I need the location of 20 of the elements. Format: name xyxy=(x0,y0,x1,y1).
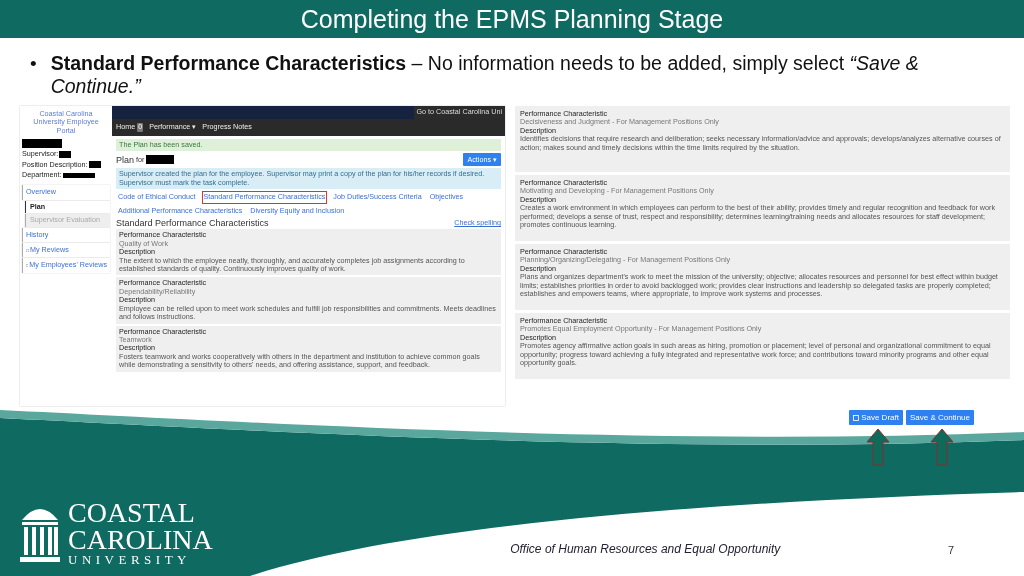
up-arrow-icon xyxy=(930,428,954,466)
slide-title: Completing the EPMS Planning Stage xyxy=(300,4,724,34)
logo-text: COASTAL xyxy=(68,500,196,528)
list-icon xyxy=(26,264,29,268)
save-draft-button[interactable]: Save Draft xyxy=(849,410,903,425)
save-icon xyxy=(853,414,860,421)
bullet-text: Standard Performance Characteristics – No information needs to be added, simply select “Save & Continue.” xyxy=(50,52,920,98)
redaction-bar xyxy=(88,161,101,169)
logo-text: CAROLINA xyxy=(68,527,213,554)
list-icon xyxy=(26,248,29,252)
redaction-bar xyxy=(146,155,175,165)
logo-text: UNIVERSITY xyxy=(68,553,192,566)
up-arrow-icon xyxy=(866,428,890,466)
section-heading: Standard Performance Characteristics xyxy=(116,219,269,228)
plan-title: Plan xyxy=(116,155,134,165)
redaction-bar xyxy=(62,172,95,178)
footer-text: Office of Human Resources and Equal Opportunity xyxy=(510,542,781,556)
page-number: 7 xyxy=(947,544,954,556)
bullet-icon: • xyxy=(30,52,37,98)
save-continue-button[interactable]: Save & Continue xyxy=(905,410,974,425)
